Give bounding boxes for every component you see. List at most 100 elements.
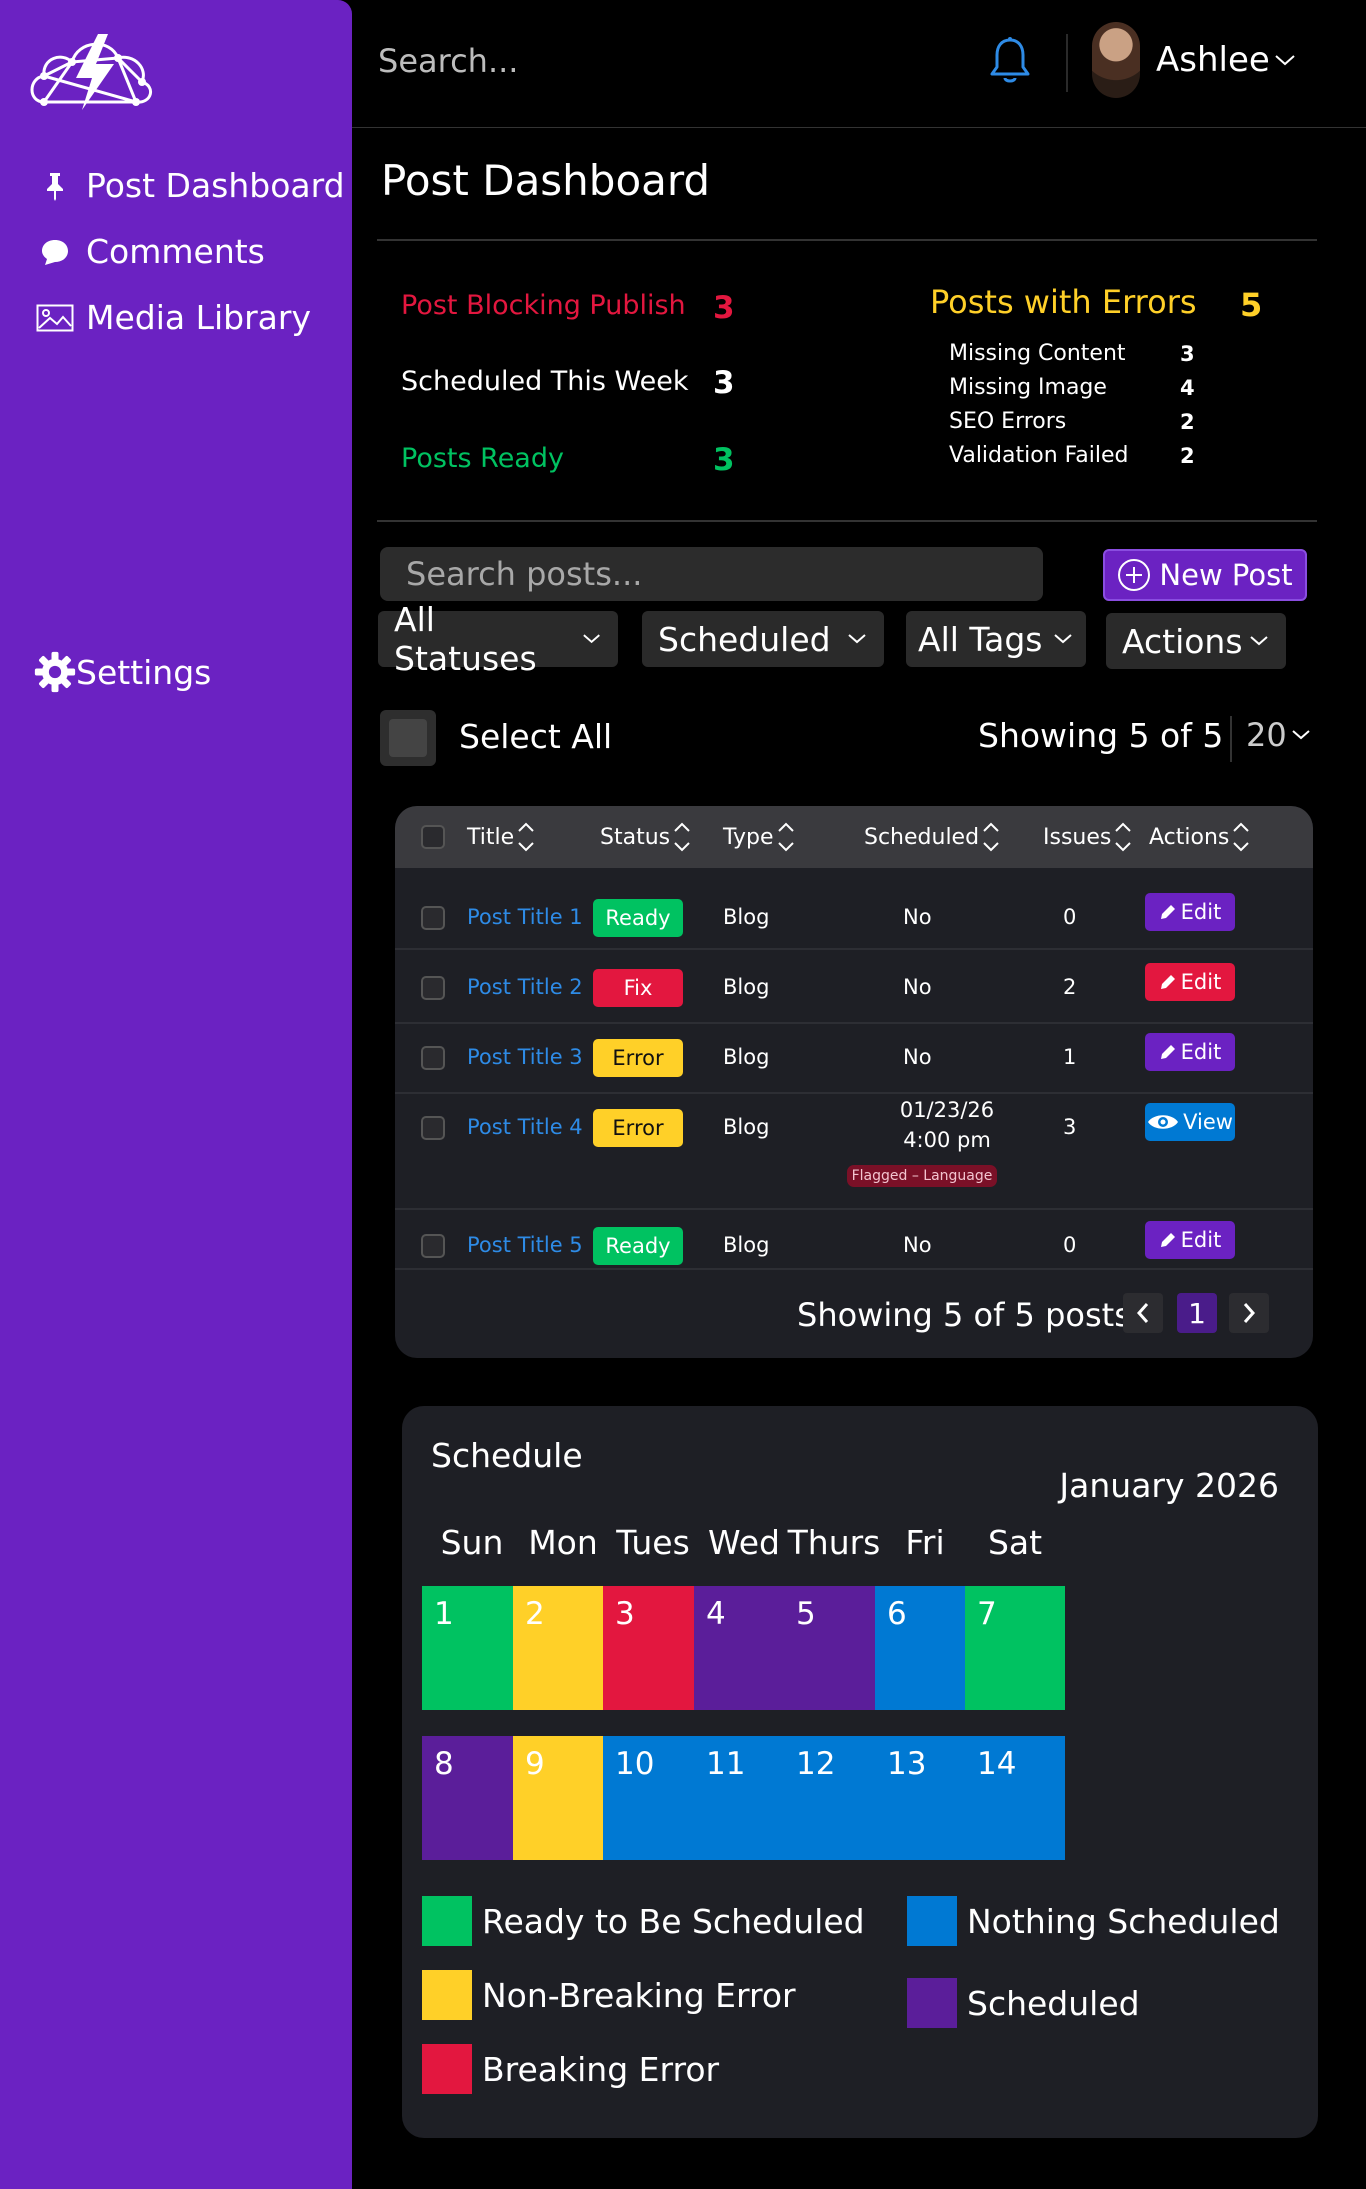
global-search-input[interactable] bbox=[378, 36, 938, 86]
post-type: Blog bbox=[723, 1115, 770, 1139]
column-header-scheduled[interactable]: Scheduled bbox=[864, 806, 1001, 868]
sort-icon bbox=[1233, 822, 1250, 852]
error-type-value: 2 bbox=[1180, 444, 1195, 468]
avatar[interactable] bbox=[1092, 22, 1140, 98]
sidebar-item-comments[interactable]: Comments bbox=[34, 232, 265, 271]
calendar-day[interactable]: 10 bbox=[603, 1736, 703, 1860]
calendar-day[interactable]: 2 bbox=[513, 1586, 613, 1710]
post-scheduled-time: 4:00 pm bbox=[903, 1128, 991, 1152]
new-post-button[interactable]: New Post bbox=[1103, 549, 1307, 601]
header-checkbox[interactable] bbox=[421, 825, 445, 849]
new-post-label: New Post bbox=[1159, 558, 1293, 592]
weekday-label: Fri bbox=[905, 1523, 945, 1562]
row-checkbox[interactable] bbox=[421, 976, 445, 1000]
calendar-day[interactable]: 1 bbox=[422, 1586, 522, 1710]
status-badge: Ready bbox=[593, 899, 683, 937]
gear-icon bbox=[34, 648, 76, 696]
post-scheduled: No bbox=[903, 1233, 932, 1257]
action-label: View bbox=[1183, 1110, 1233, 1134]
post-title-link[interactable]: Post Title 4 bbox=[467, 1115, 583, 1139]
post-type: Blog bbox=[723, 905, 770, 929]
column-header-title[interactable]: Title bbox=[467, 806, 536, 868]
post-issues: 1 bbox=[1063, 1045, 1077, 1069]
action-label: Edit bbox=[1180, 1040, 1222, 1064]
next-page-button[interactable] bbox=[1229, 1293, 1269, 1333]
prev-page-button[interactable] bbox=[1123, 1293, 1163, 1333]
row-divider bbox=[395, 948, 1313, 950]
header-divider bbox=[1066, 34, 1068, 92]
stat-ready-label: Posts Ready bbox=[401, 443, 564, 474]
calendar-day[interactable]: 8 bbox=[422, 1736, 522, 1860]
schedule-filter-dropdown[interactable]: Scheduled bbox=[642, 611, 884, 667]
sidebar-item-post-dashboard[interactable]: Post Dashboard bbox=[34, 166, 345, 205]
calendar-day[interactable]: 14 bbox=[965, 1736, 1065, 1860]
column-header-label: Status bbox=[600, 824, 671, 850]
post-title-link[interactable]: Post Title 3 bbox=[467, 1045, 583, 1069]
row-checkbox[interactable] bbox=[421, 1116, 445, 1140]
legend-swatch bbox=[907, 1978, 957, 2028]
calendar-day[interactable]: 9 bbox=[513, 1736, 613, 1860]
view-button[interactable]: View bbox=[1145, 1103, 1235, 1141]
column-header-issues[interactable]: Issues bbox=[1043, 806, 1133, 868]
sidebar-item-settings[interactable]: Settings bbox=[34, 648, 211, 696]
post-title-link[interactable]: Post Title 5 bbox=[467, 1233, 583, 1257]
status-badge: Ready bbox=[593, 1227, 683, 1265]
row-divider bbox=[395, 1022, 1313, 1024]
sidebar-item-label: Media Library bbox=[86, 298, 311, 337]
edit-button[interactable]: Edit bbox=[1145, 963, 1235, 1001]
schedule-calendar: Schedule January 2026 Sun Mon Tues Wed Thurs… bbox=[402, 1406, 1318, 2138]
pencil-icon bbox=[1160, 1233, 1175, 1247]
row-divider bbox=[395, 1208, 1313, 1210]
legend-swatch bbox=[422, 1970, 472, 2020]
cloud-lightning-logo-icon[interactable] bbox=[24, 22, 159, 117]
post-title-link[interactable]: Post Title 2 bbox=[467, 975, 583, 999]
calendar-day[interactable]: 12 bbox=[784, 1736, 884, 1860]
page-1-button[interactable]: 1 bbox=[1177, 1293, 1217, 1333]
user-menu[interactable]: Ashlee bbox=[1156, 40, 1296, 80]
legend-label: Non-Breaking Error bbox=[482, 1976, 796, 2015]
legend-label: Ready to Be Scheduled bbox=[482, 1902, 865, 1941]
posts-table: Title Status Type Scheduled Issues Actio… bbox=[395, 806, 1313, 1358]
calendar-day[interactable]: 6 bbox=[875, 1586, 975, 1710]
stat-blocking-value: 3 bbox=[713, 290, 735, 326]
row-checkbox[interactable] bbox=[421, 906, 445, 930]
pencil-icon bbox=[1160, 1045, 1175, 1059]
post-scheduled: No bbox=[903, 905, 932, 929]
divider bbox=[377, 239, 1317, 241]
edit-button[interactable]: Edit bbox=[1145, 1221, 1235, 1259]
sidebar-item-label: Settings bbox=[76, 652, 212, 692]
column-header-type[interactable]: Type bbox=[723, 806, 796, 868]
chevron-down-icon bbox=[1250, 636, 1268, 646]
calendar-day[interactable]: 3 bbox=[603, 1586, 703, 1710]
comment-icon bbox=[34, 238, 76, 266]
column-header-status[interactable]: Status bbox=[600, 806, 692, 868]
calendar-day[interactable]: 7 bbox=[965, 1586, 1065, 1710]
sidebar-item-label: Post Dashboard bbox=[86, 166, 345, 205]
sidebar-item-media-library[interactable]: Media Library bbox=[34, 298, 311, 337]
calendar-day[interactable]: 5 bbox=[784, 1586, 884, 1710]
calendar-day[interactable]: 4 bbox=[694, 1586, 794, 1710]
actions-dropdown[interactable]: Actions bbox=[1106, 613, 1286, 669]
divider bbox=[1230, 716, 1232, 762]
status-filter-dropdown[interactable]: All Statuses bbox=[378, 600, 618, 678]
error-type-value: 2 bbox=[1180, 410, 1195, 434]
post-search-input[interactable] bbox=[380, 547, 1043, 601]
top-bar: Ashlee bbox=[352, 0, 1366, 128]
per-page-select[interactable]: 20 bbox=[1246, 716, 1311, 754]
row-checkbox[interactable] bbox=[421, 1234, 445, 1258]
calendar-day[interactable]: 13 bbox=[875, 1736, 975, 1860]
post-scheduled: No bbox=[903, 1045, 932, 1069]
calendar-day[interactable]: 11 bbox=[694, 1736, 794, 1860]
row-checkbox[interactable] bbox=[421, 1046, 445, 1070]
edit-button[interactable]: Edit bbox=[1145, 893, 1235, 931]
weekday-label: Thurs bbox=[787, 1523, 881, 1562]
legend-swatch bbox=[422, 1896, 472, 1946]
bell-icon[interactable] bbox=[988, 36, 1032, 86]
pagination-summary: Showing 5 of 5 posts bbox=[797, 1296, 1131, 1334]
tags-filter-dropdown[interactable]: All Tags bbox=[906, 611, 1086, 667]
flag-badge: Flagged – Language bbox=[847, 1165, 997, 1187]
select-all-checkbox[interactable] bbox=[380, 710, 436, 766]
column-header-actions[interactable]: Actions bbox=[1149, 806, 1251, 868]
edit-button[interactable]: Edit bbox=[1145, 1033, 1235, 1071]
post-title-link[interactable]: Post Title 1 bbox=[467, 905, 583, 929]
